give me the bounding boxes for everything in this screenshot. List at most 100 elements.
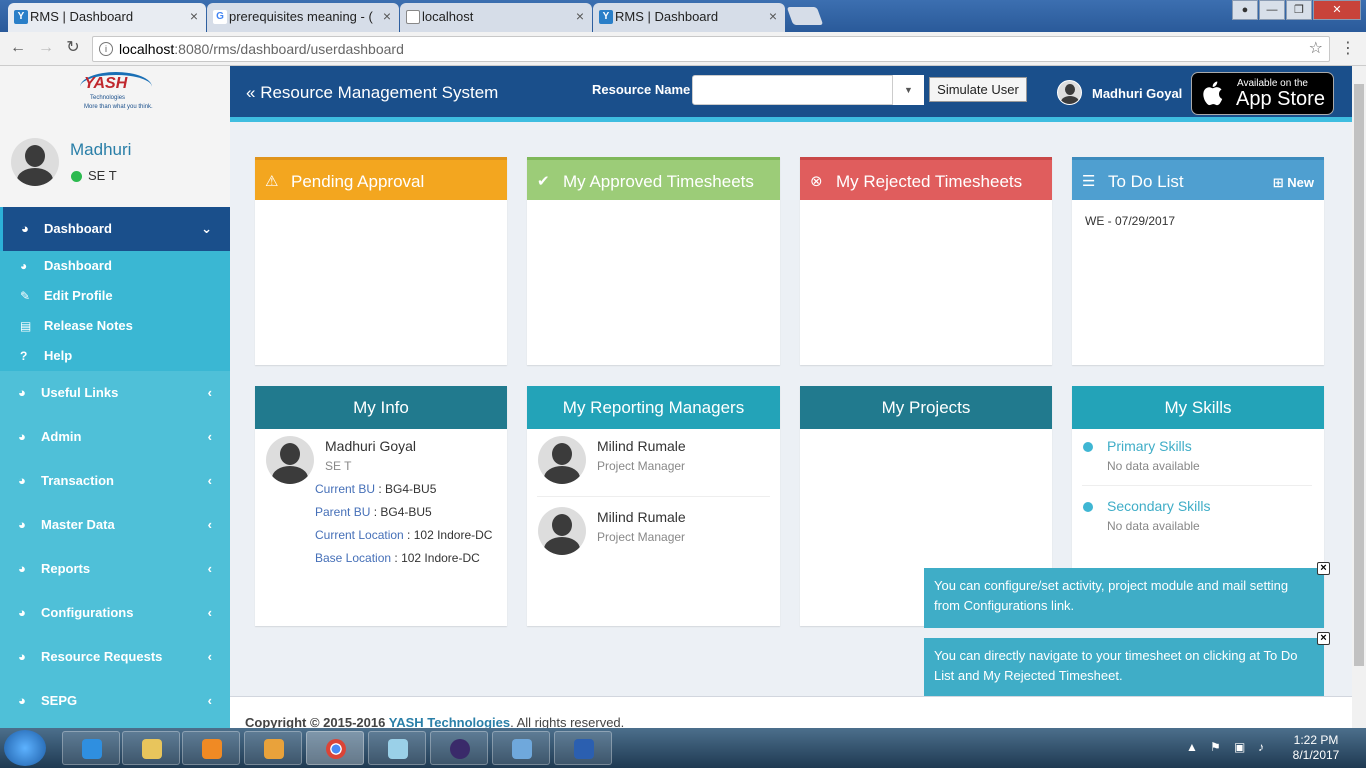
double-chevron-left-icon[interactable]: « bbox=[246, 83, 255, 102]
page-scrollbar[interactable] bbox=[1352, 66, 1366, 728]
maximize-button[interactable]: ❐ bbox=[1286, 0, 1312, 20]
check-circle-icon: ✔ bbox=[537, 173, 550, 190]
company-link[interactable]: YASH Technologies bbox=[389, 715, 510, 728]
eclipse-icon[interactable] bbox=[430, 731, 488, 765]
network-icon[interactable]: ▣ bbox=[1234, 740, 1245, 754]
media-player-icon[interactable] bbox=[182, 731, 240, 765]
sidebar-item-useful-links[interactable]: ◕ Useful Links ‹ bbox=[0, 371, 230, 415]
app-title[interactable]: « Resource Management System bbox=[246, 83, 498, 103]
app-container: YASH Technologies More than what you thi… bbox=[0, 66, 1352, 728]
chevron-left-icon: ‹ bbox=[207, 517, 212, 532]
new-tab-button[interactable] bbox=[786, 7, 824, 25]
sidebar: YASH Technologies More than what you thi… bbox=[0, 66, 230, 728]
online-status-icon bbox=[71, 171, 82, 182]
sidebar-item-resource-requests[interactable]: ◕ Resource Requests ‹ bbox=[0, 635, 230, 679]
bookmark-star-icon[interactable]: ☆ bbox=[1309, 37, 1323, 61]
times-circle-icon: ⊗ bbox=[810, 173, 823, 190]
system-clock[interactable]: 1:22 PM 8/1/2017 bbox=[1288, 733, 1344, 763]
start-button-icon[interactable] bbox=[4, 730, 46, 766]
submenu-item-help[interactable]: ? Help bbox=[0, 341, 230, 371]
submenu-item-release-notes[interactable]: ▤ Release Notes bbox=[0, 311, 230, 341]
chevron-down-icon: ⌄ bbox=[201, 221, 212, 236]
todo-item[interactable]: WE - 07/29/2017 bbox=[1085, 214, 1175, 228]
file-explorer-icon[interactable] bbox=[122, 731, 180, 765]
volume-icon[interactable]: ♪ bbox=[1258, 740, 1264, 754]
sidebar-item-master-data[interactable]: ◕ Master Data ‹ bbox=[0, 503, 230, 547]
rejected-timesheets-header[interactable]: ⊗ My Rejected Timesheets bbox=[800, 157, 1052, 200]
back-arrow-icon[interactable]: ← bbox=[8, 38, 28, 58]
browser-tab-localhost[interactable]: localhost × bbox=[400, 3, 592, 32]
app-store-badge[interactable]: Available on the App Store bbox=[1191, 72, 1334, 115]
close-tab-icon[interactable]: × bbox=[383, 8, 391, 24]
yash-favicon-icon: Y bbox=[14, 10, 28, 24]
internet-explorer-icon[interactable] bbox=[62, 731, 120, 765]
windows-taskbar: ▲ ⚑ ▣ ♪ 1:22 PM 8/1/2017 bbox=[0, 728, 1366, 768]
url-input[interactable]: i localhost:8080/rms/dashboard/userdashb… bbox=[92, 36, 1330, 62]
close-tab-icon[interactable]: × bbox=[576, 8, 584, 24]
submenu-item-edit-profile[interactable]: ✎ Edit Profile bbox=[0, 281, 230, 311]
chrome-icon[interactable] bbox=[306, 731, 364, 765]
field-label: Base Location bbox=[315, 551, 392, 565]
chevron-left-icon: ‹ bbox=[207, 649, 212, 664]
mysql-icon[interactable] bbox=[492, 731, 550, 765]
close-notice-icon[interactable]: × bbox=[1317, 562, 1330, 575]
pending-approval-header[interactable]: ⚠ Pending Approval bbox=[255, 157, 507, 200]
close-window-button[interactable]: ✕ bbox=[1313, 0, 1361, 20]
manager-avatar-icon bbox=[538, 507, 586, 555]
footer: Copyright © 2015-2016 YASH Technologies.… bbox=[230, 696, 1352, 728]
todo-list-card: ☰ To Do List ⊞ New WE - 07/29/2017 bbox=[1072, 157, 1324, 365]
header-user-name[interactable]: Madhuri Goyal bbox=[1092, 86, 1182, 101]
reload-icon[interactable]: ↻ bbox=[63, 38, 83, 58]
flag-icon[interactable]: ⚑ bbox=[1210, 740, 1221, 754]
dashboard-icon: ◕ bbox=[18, 649, 26, 664]
browser-menu-icon[interactable]: ⋮ bbox=[1340, 38, 1356, 58]
header-user-avatar-icon[interactable] bbox=[1057, 80, 1082, 105]
notepad-icon[interactable] bbox=[368, 731, 426, 765]
logo-text: YASH bbox=[84, 75, 128, 92]
list-icon: ☰ bbox=[1082, 173, 1096, 190]
browser-tab-rms-dashboard-2[interactable]: Y RMS | Dashboard × bbox=[593, 3, 785, 32]
notice-timesheet: You can directly navigate to your timesh… bbox=[924, 632, 1330, 698]
logo-tagline: More than what you think. bbox=[84, 104, 153, 110]
sidebar-item-transaction[interactable]: ◕ Transaction ‹ bbox=[0, 459, 230, 503]
word-icon[interactable] bbox=[554, 731, 612, 765]
sidebar-item-admin[interactable]: ◕ Admin ‹ bbox=[0, 415, 230, 459]
reporting-managers-header: My Reporting Managers bbox=[527, 386, 780, 429]
sidebar-item-reports[interactable]: ◕ Reports ‹ bbox=[0, 547, 230, 591]
dashboard-icon: ◕ bbox=[18, 517, 26, 532]
tab-title: prerequisites meaning - ( bbox=[229, 9, 373, 24]
info-icon[interactable]: i bbox=[99, 42, 113, 56]
user-avatar-icon bbox=[11, 138, 59, 186]
submenu-item-dashboard[interactable]: ◕ Dashboard bbox=[0, 251, 230, 281]
simulate-user-button[interactable]: Simulate User bbox=[929, 77, 1027, 102]
new-todo-button[interactable]: ⊞ New bbox=[1273, 161, 1314, 204]
close-notice-icon[interactable]: × bbox=[1317, 632, 1330, 645]
close-tab-icon[interactable]: × bbox=[190, 8, 198, 24]
field-label: Current Location bbox=[315, 528, 404, 542]
outlook-icon[interactable] bbox=[244, 731, 302, 765]
close-tab-icon[interactable]: × bbox=[769, 8, 777, 24]
yash-logo[interactable]: YASH Technologies More than what you thi… bbox=[0, 66, 230, 116]
forward-arrow-icon[interactable]: → bbox=[36, 38, 56, 58]
scrollbar-thumb[interactable] bbox=[1354, 84, 1364, 666]
field-value: 102 Indore-DC bbox=[413, 528, 493, 542]
resource-name-input[interactable] bbox=[692, 75, 924, 105]
card-title: Pending Approval bbox=[291, 172, 425, 191]
chevron-left-icon: ‹ bbox=[207, 473, 212, 488]
approved-timesheets-header[interactable]: ✔ My Approved Timesheets bbox=[527, 157, 780, 200]
notice-configurations: You can configure/set activity, project … bbox=[924, 562, 1330, 628]
browser-tab-bar: Y RMS | Dashboard × G prerequisites mean… bbox=[0, 0, 1366, 32]
manager-name: Milind Rumale bbox=[597, 438, 686, 454]
sidebar-item-dashboard[interactable]: ◕ Dashboard ⌄ bbox=[0, 207, 230, 251]
browser-tab-rms-dashboard[interactable]: Y RMS | Dashboard × bbox=[8, 3, 206, 32]
user-profile-icon[interactable]: ● bbox=[1232, 0, 1258, 20]
browser-tab-prerequisites[interactable]: G prerequisites meaning - ( × bbox=[207, 3, 399, 32]
show-hidden-icons-icon[interactable]: ▲ bbox=[1186, 740, 1198, 754]
dashboard-icon: ◕ bbox=[18, 429, 26, 444]
minimize-button[interactable]: — bbox=[1259, 0, 1285, 20]
sidebar-item-sepg[interactable]: ◕ SEPG ‹ bbox=[0, 679, 230, 723]
resource-dropdown-caret-icon[interactable]: ▼ bbox=[892, 75, 924, 105]
parent-bu-row: Parent BU : BG4-BU5 bbox=[315, 505, 432, 519]
sidebar-item-configurations[interactable]: ◕ Configurations ‹ bbox=[0, 591, 230, 635]
browser-address-bar: ← → ↻ i localhost:8080/rms/dashboard/use… bbox=[0, 32, 1366, 66]
